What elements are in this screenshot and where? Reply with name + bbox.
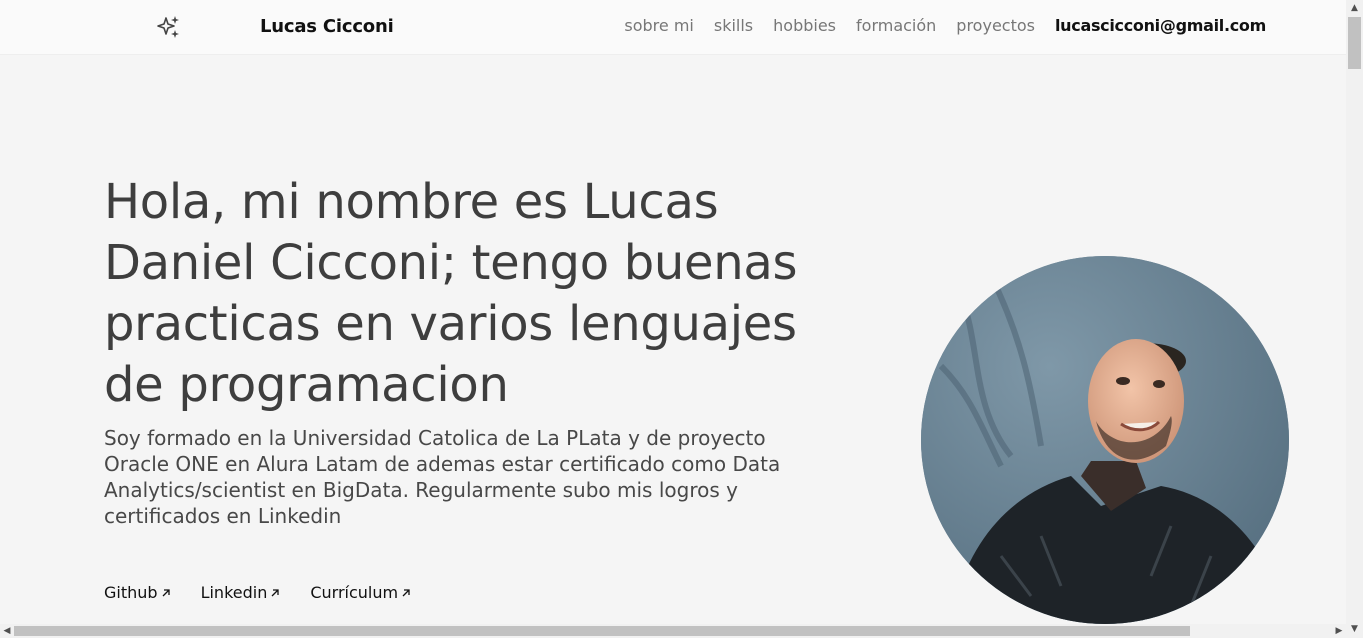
nav-link-proyectos[interactable]: proyectos	[956, 16, 1035, 35]
vertical-scrollbar[interactable]: ▲ ▼	[1346, 0, 1363, 638]
nav-link-hobbies[interactable]: hobbies	[773, 16, 836, 35]
nav-link-sobre-mi[interactable]: sobre mi	[624, 16, 693, 35]
scroll-left-icon[interactable]: ◀	[0, 624, 14, 638]
arrow-up-right-icon	[402, 588, 410, 596]
scroll-up-icon[interactable]: ▲	[1346, 0, 1363, 17]
scroll-down-icon[interactable]: ▼	[1346, 621, 1363, 638]
site-header: Lucas Cicconi sobre mi skills hobbies fo…	[0, 0, 1346, 55]
main-nav: sobre mi skills hobbies formación proyec…	[624, 16, 1266, 35]
scroll-right-icon[interactable]: ▶	[1332, 624, 1346, 638]
nav-link-email[interactable]: lucascicconi@gmail.com	[1055, 16, 1266, 35]
horizontal-scrollbar[interactable]: ◀ ▶	[0, 624, 1346, 638]
profile-photo	[921, 256, 1289, 624]
linkedin-link-label: Linkedin	[200, 583, 268, 602]
hero-intro: Soy formado en la Universidad Catolica d…	[104, 426, 781, 528]
site-brand[interactable]: Lucas Cicconi	[260, 16, 394, 37]
github-link-label: Github	[104, 583, 158, 602]
hero-headline: Hola, mi nombre es Lucas Daniel Cicconi;…	[104, 174, 798, 413]
arrow-up-right-icon	[271, 588, 279, 596]
nav-link-formacion[interactable]: formación	[856, 16, 936, 35]
curriculum-link-label: Currículum	[310, 583, 399, 602]
social-links: Github Linkedin Currículum	[104, 583, 411, 602]
nav-link-skills[interactable]: skills	[714, 16, 753, 35]
vertical-scroll-thumb[interactable]	[1348, 17, 1361, 69]
sparkles-icon[interactable]	[156, 14, 182, 40]
arrow-up-right-icon	[162, 588, 170, 596]
horizontal-scroll-thumb[interactable]	[14, 626, 1190, 636]
linkedin-link[interactable]: Linkedin	[201, 583, 281, 602]
curriculum-link[interactable]: Currículum	[310, 583, 411, 602]
github-link[interactable]: Github	[104, 583, 171, 602]
